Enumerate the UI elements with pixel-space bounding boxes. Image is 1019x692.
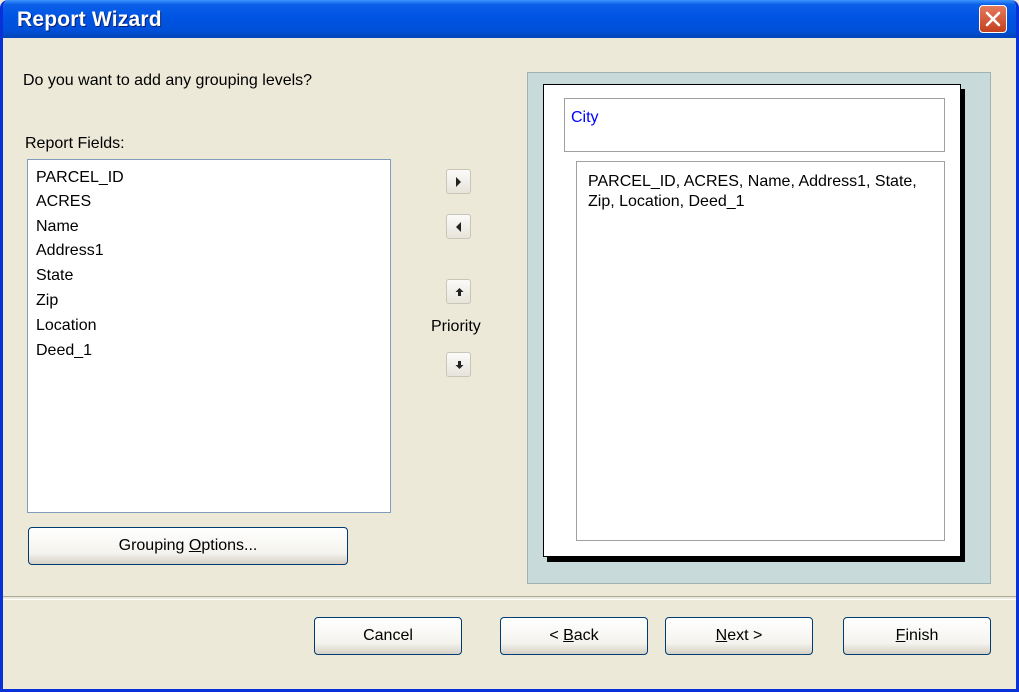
list-item[interactable]: Address1 [36, 241, 104, 261]
arrow-left-icon [456, 222, 461, 232]
back-button[interactable]: < Back [500, 617, 648, 655]
group-field-label: City [571, 109, 599, 126]
next-button[interactable]: Next > [665, 617, 813, 655]
list-item[interactable]: ACRES [36, 192, 91, 212]
cancel-button[interactable]: Cancel [314, 617, 462, 655]
report-wizard-window: Report Wizard Do you want to add any gro… [0, 0, 1019, 692]
back-label-start: < [549, 627, 564, 644]
list-item[interactable]: Name [36, 217, 79, 237]
finish-mnemonic: F [895, 627, 906, 644]
grouping-prompt: Do you want to add any grouping levels? [23, 72, 313, 89]
close-button[interactable] [979, 5, 1007, 33]
grouping-options-label-end: ptions... [201, 537, 258, 554]
back-label-end: ack [573, 627, 599, 644]
cancel-label: Cancel [363, 627, 413, 644]
group-level-box: City [564, 98, 945, 152]
window-title: Report Wizard [17, 8, 162, 31]
add-field-button[interactable] [446, 169, 471, 194]
list-item[interactable]: PARCEL_ID [36, 168, 124, 188]
grouping-options-button[interactable]: Grouping Options... [28, 527, 348, 565]
title-bar[interactable]: Report Wizard [3, 0, 1016, 38]
back-mnemonic: B [563, 627, 574, 644]
report-fields-label: Report Fields: [25, 135, 125, 152]
arrow-right-icon [456, 177, 461, 187]
finish-button[interactable]: Finish [843, 617, 991, 655]
priority-down-button[interactable] [446, 352, 471, 377]
next-label-end: ext > [727, 627, 763, 644]
priority-label: Priority [431, 318, 481, 335]
detail-fields-text: PARCEL_ID, ACRES, Name, Address1, State,… [588, 173, 917, 210]
list-item[interactable]: Deed_1 [36, 341, 92, 361]
list-item[interactable]: Zip [36, 291, 58, 311]
list-item[interactable]: Location [36, 316, 97, 336]
grouping-options-label-start: Grouping [118, 537, 189, 554]
detail-fields-box: PARCEL_ID, ACRES, Name, Address1, State,… [576, 161, 945, 541]
preview-page: City PARCEL_ID, ACRES, Name, Address1, S… [543, 84, 961, 557]
button-separator [3, 596, 1016, 600]
arrow-up-icon [455, 288, 464, 296]
finish-label-end: inish [905, 627, 939, 644]
list-item[interactable]: State [36, 266, 73, 286]
next-mnemonic: N [715, 627, 728, 644]
report-fields-list[interactable]: PARCEL_ID ACRES Name Address1 State Zip … [27, 159, 391, 513]
remove-field-button[interactable] [446, 214, 471, 239]
grouping-options-mnemonic: O [188, 537, 202, 554]
close-icon [985, 11, 1001, 27]
priority-up-button[interactable] [446, 279, 471, 304]
arrow-down-icon [455, 361, 464, 369]
report-preview: City PARCEL_ID, ACRES, Name, Address1, S… [527, 72, 991, 584]
